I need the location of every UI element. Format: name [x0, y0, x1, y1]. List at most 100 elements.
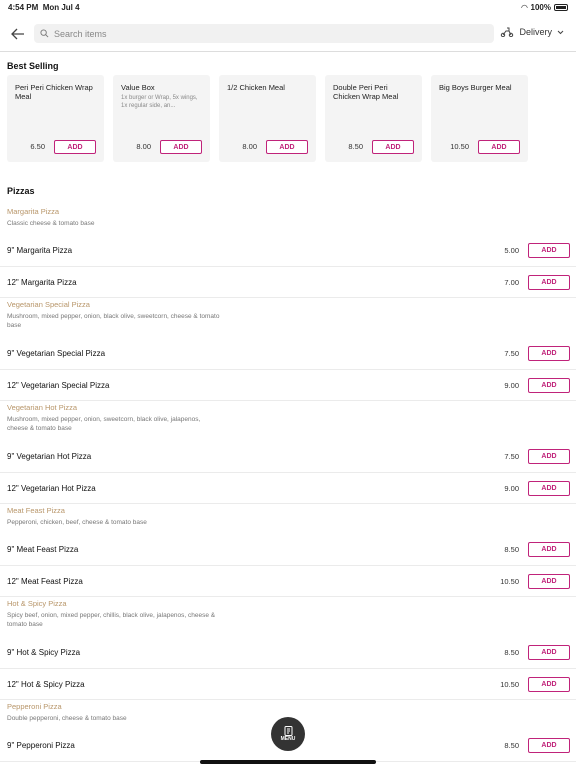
search-bar[interactable] [34, 24, 494, 43]
card-price: 8.00 [242, 142, 257, 151]
menu-book-icon [284, 726, 292, 736]
item-price: 7.00 [504, 277, 519, 287]
add-button[interactable]: ADD [528, 243, 570, 258]
status-right: ◠ 100% [521, 3, 568, 12]
add-button[interactable]: ADD [528, 738, 570, 753]
menu-item-row[interactable]: 9" Meat Feast Pizza 8.50 ADD [0, 534, 576, 566]
add-button[interactable]: ADD [528, 449, 570, 464]
best-selling-card[interactable]: Peri Peri Chicken Wrap Meal 6.50 ADD [7, 75, 104, 162]
menu-item-row[interactable]: 12" Hot & Spicy Pizza 10.50 ADD [0, 669, 576, 700]
battery-percent: 100% [530, 3, 551, 12]
add-button[interactable]: ADD [528, 573, 570, 589]
card-price: 10.50 [450, 142, 469, 151]
card-name: Value Box [121, 83, 155, 92]
item-price: 9.00 [504, 483, 519, 493]
card-price: 8.00 [136, 142, 151, 151]
add-button[interactable]: ADD [372, 140, 414, 154]
pizza-menu-list: Margarita Pizza Classic cheese & tomato … [0, 205, 576, 762]
add-button[interactable]: ADD [528, 377, 570, 393]
menu-item-row[interactable]: 12" Meat Feast Pizza 10.50 ADD [0, 566, 576, 597]
category-description: Double pepperoni, cheese & tomato base [7, 715, 127, 722]
wifi-icon: ◠ [521, 3, 528, 12]
card-name: Double Peri Peri Chicken Wrap Meal [333, 83, 399, 101]
category-description: Classic cheese & tomato base [7, 220, 95, 227]
scooter-icon [501, 27, 514, 37]
delivery-selector[interactable]: Delivery [500, 27, 564, 37]
category-description: Mushroom, mixed pepper, onion, sweetcorn… [7, 416, 201, 432]
item-name: 12" Margarita Pizza [7, 277, 77, 287]
category-header: Vegetarian Hot Pizza Mushroom, mixed pep… [0, 401, 576, 441]
best-selling-card[interactable]: 1/2 Chicken Meal 8.00 ADD [219, 75, 316, 162]
best-selling-card[interactable]: Value Box 1x burger or Wrap, 5x wings, 1… [113, 75, 210, 162]
delivery-label: Delivery [519, 27, 552, 37]
menu-item-row[interactable]: 9" Vegetarian Hot Pizza 7.50 ADD [0, 441, 576, 473]
card-description: 1x burger or Wrap, 5x wings, 1x regular … [121, 95, 198, 109]
item-name: 12" Vegetarian Hot Pizza [7, 483, 96, 493]
item-name: 9" Pepperoni Pizza [7, 741, 75, 750]
menu-item-row[interactable]: 9" Margarita Pizza 5.00 ADD [0, 235, 576, 267]
card-name: Big Boys Burger Meal [439, 83, 512, 92]
card-name: 1/2 Chicken Meal [227, 83, 285, 92]
menu-item-row[interactable]: 9" Vegetarian Special Pizza 7.50 ADD [0, 338, 576, 370]
item-name: 9" Margarita Pizza [7, 246, 73, 255]
add-button[interactable]: ADD [528, 542, 570, 557]
add-button[interactable]: ADD [528, 676, 570, 692]
add-button[interactable]: ADD [478, 140, 520, 154]
back-arrow-icon[interactable] [10, 26, 26, 42]
item-name: 12" Vegetarian Special Pizza [7, 380, 110, 390]
chevron-down-icon [557, 30, 564, 34]
category-description: Spicy beef, onion, mixed pepper, chillis… [7, 612, 216, 628]
category-name: Meat Feast Pizza [7, 506, 65, 515]
best-selling-list: Peri Peri Chicken Wrap Meal 6.50 ADD Val… [7, 75, 528, 162]
add-button[interactable]: ADD [266, 140, 308, 154]
category-name: Hot & Spicy Pizza [7, 599, 67, 608]
menu-button-label: MENU [280, 736, 296, 742]
item-price: 10.50 [500, 576, 519, 586]
category-name: Margarita Pizza [7, 207, 60, 216]
category-header: Vegetarian Special Pizza Mushroom, mixed… [0, 298, 576, 338]
category-name: Vegetarian Special Pizza [7, 300, 90, 309]
add-button[interactable]: ADD [528, 274, 570, 290]
search-icon [40, 29, 49, 38]
add-button[interactable]: ADD [160, 140, 202, 154]
item-name: 12" Hot & Spicy Pizza [7, 679, 85, 689]
item-name: 12" Meat Feast Pizza [7, 576, 83, 586]
pizzas-title: Pizzas [7, 186, 35, 196]
menu-item-row[interactable]: 12" Vegetarian Hot Pizza 9.00 ADD [0, 473, 576, 504]
item-price: 10.50 [500, 679, 519, 689]
best-selling-card[interactable]: Double Peri Peri Chicken Wrap Meal 8.50 … [325, 75, 422, 162]
item-name: 9" Vegetarian Special Pizza [7, 349, 106, 358]
top-bar: Delivery [0, 20, 576, 52]
category-header: Hot & Spicy Pizza Spicy beef, onion, mix… [0, 597, 576, 637]
item-price: 8.50 [504, 741, 519, 750]
menu-item-row[interactable]: 12" Margarita Pizza 7.00 ADD [0, 267, 576, 298]
add-button[interactable]: ADD [528, 645, 570, 660]
home-indicator[interactable] [200, 760, 376, 764]
menu-button[interactable]: MENU [271, 717, 305, 751]
category-header: Meat Feast Pizza Pepperoni, chicken, bee… [0, 504, 576, 534]
add-button[interactable]: ADD [528, 480, 570, 496]
menu-item-row[interactable]: 12" Vegetarian Special Pizza 9.00 ADD [0, 370, 576, 401]
category-description: Mushroom, mixed pepper, onion, black oli… [7, 313, 220, 329]
best-selling-title: Best Selling [7, 61, 59, 71]
status-time: 4:54 PM Mon Jul 4 [8, 3, 80, 12]
add-button[interactable]: ADD [54, 140, 96, 154]
battery-icon [554, 4, 568, 11]
add-button[interactable]: ADD [528, 346, 570, 361]
card-name: Peri Peri Chicken Wrap Meal [15, 83, 93, 101]
search-input[interactable] [54, 28, 454, 39]
card-price: 8.50 [348, 142, 363, 151]
item-price: 7.50 [504, 452, 519, 461]
item-price: 7.50 [504, 349, 519, 358]
item-name: 9" Hot & Spicy Pizza [7, 648, 81, 657]
item-price: 8.50 [504, 545, 519, 554]
category-header: Margarita Pizza Classic cheese & tomato … [0, 205, 576, 235]
menu-item-row[interactable]: 9" Hot & Spicy Pizza 8.50 ADD [0, 637, 576, 669]
category-name: Vegetarian Hot Pizza [7, 403, 78, 412]
card-price: 6.50 [30, 142, 45, 151]
item-name: 9" Meat Feast Pizza [7, 545, 79, 554]
best-selling-card[interactable]: Big Boys Burger Meal 10.50 ADD [431, 75, 528, 162]
item-price: 5.00 [504, 246, 519, 255]
item-price: 9.00 [504, 380, 519, 390]
category-name: Pepperoni Pizza [7, 702, 62, 711]
